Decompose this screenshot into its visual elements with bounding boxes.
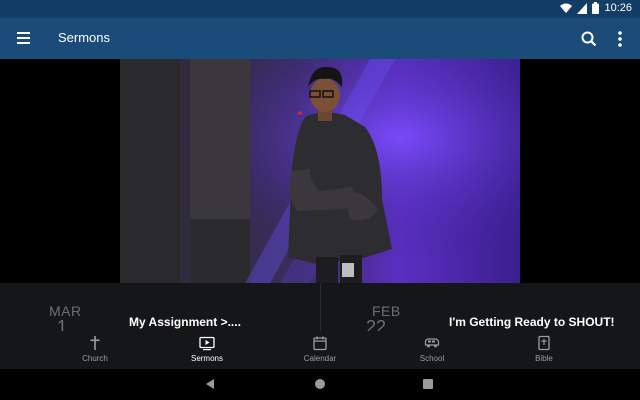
status-bar: 10:26: [0, 0, 640, 18]
bottom-navigation: Church Sermons Calendar School Bible: [0, 331, 640, 369]
nav-item-bible[interactable]: Bible: [504, 331, 584, 369]
status-icons: 10:26: [560, 2, 632, 14]
nav-item-sermons[interactable]: Sermons: [167, 331, 247, 369]
calendar-icon: [313, 336, 327, 351]
sermon-video-area[interactable]: [0, 59, 640, 283]
system-navigation-bar: [0, 369, 640, 400]
wifi-icon: [560, 3, 573, 13]
more-options-icon[interactable]: [610, 28, 630, 50]
app-bar: Sermons: [0, 18, 640, 59]
sermon-title[interactable]: I'm Getting Ready to SHOUT!: [449, 315, 615, 329]
hamburger-menu-icon[interactable]: [12, 28, 36, 48]
nav-label: Calendar: [303, 354, 337, 363]
bible-icon: [538, 335, 550, 351]
nav-label: School: [419, 354, 445, 363]
carousel-divider: [320, 283, 321, 331]
bus-icon: [424, 338, 440, 348]
sermon-thumbnail[interactable]: [120, 59, 520, 283]
signal-icon: [577, 2, 588, 14]
nav-item-school[interactable]: School: [392, 331, 472, 369]
sermon-carousel: MAR 1 My Assignment >.... FEB 22 I'm Get…: [0, 283, 640, 331]
nav-label: Sermons: [190, 354, 223, 363]
status-time: 10:26: [604, 2, 632, 14]
nav-label: Bible: [535, 354, 553, 363]
video-play-icon: [199, 336, 215, 351]
home-icon[interactable]: [314, 378, 326, 390]
nav-label: Church: [82, 354, 108, 363]
cross-icon: [90, 336, 100, 350]
nav-item-calendar[interactable]: Calendar: [280, 331, 360, 369]
sermon-date-day: 1: [57, 317, 68, 331]
battery-icon: [592, 2, 600, 14]
search-icon[interactable]: [578, 28, 600, 50]
sermon-title[interactable]: My Assignment >....: [129, 315, 241, 329]
page-title: Sermons: [58, 30, 111, 45]
recents-icon[interactable]: [422, 378, 434, 390]
back-icon[interactable]: [204, 378, 216, 390]
preacher-image: [120, 59, 520, 283]
sermon-date-day: 22: [366, 317, 387, 331]
nav-item-church[interactable]: Church: [55, 331, 135, 369]
